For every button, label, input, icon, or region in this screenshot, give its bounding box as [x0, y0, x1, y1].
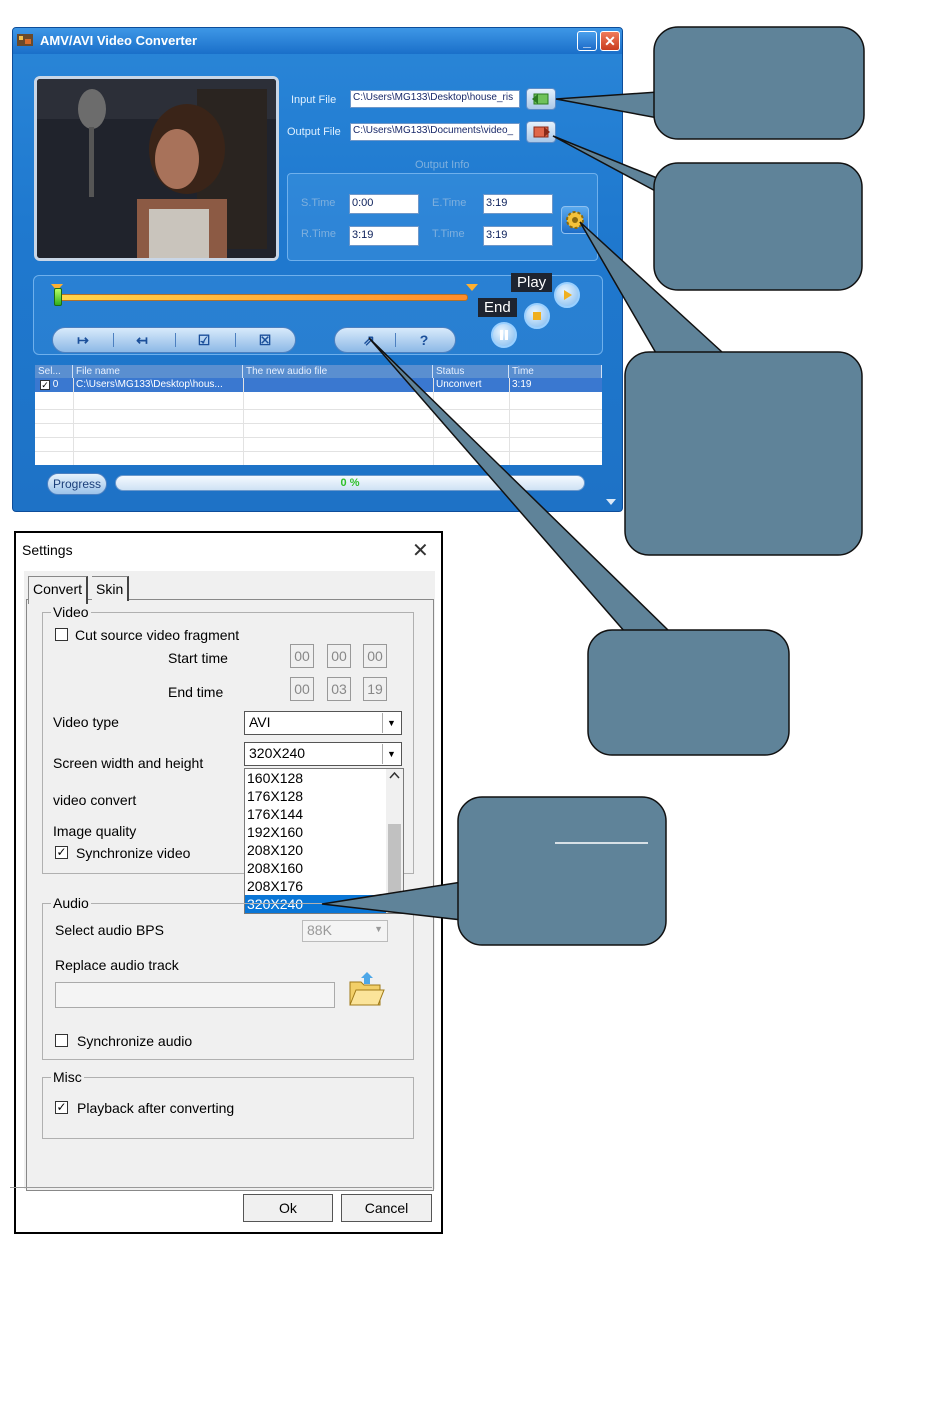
- callout-layer: [321, 26, 865, 946]
- callout-pointer-screen: [321, 881, 463, 921]
- callout-input-file: [653, 26, 865, 140]
- callout-screen-size: [457, 796, 667, 946]
- callout-output-file: [653, 162, 863, 291]
- callout-convert: [587, 629, 790, 756]
- callout-pointer-input: [555, 91, 659, 119]
- callout-settings: [624, 351, 863, 556]
